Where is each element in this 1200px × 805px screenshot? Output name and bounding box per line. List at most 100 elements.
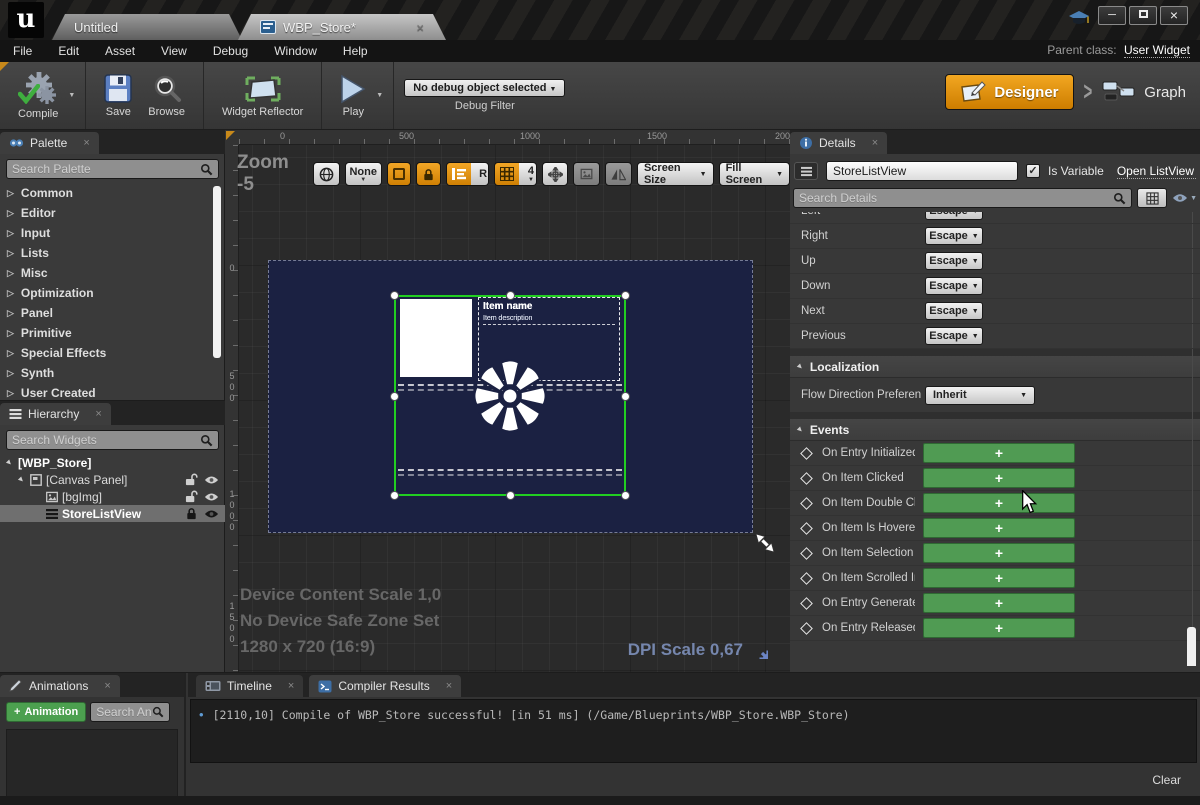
flow-direction-dropdown[interactable]: Inherit ▼ <box>925 386 1035 405</box>
expander-icon[interactable]: ▷ <box>7 268 14 279</box>
debug-object-dropdown[interactable]: No debug object selected ▼ <box>404 79 565 97</box>
lock-open-icon[interactable] <box>185 473 198 486</box>
flip-preview-button[interactable] <box>605 162 632 186</box>
property-matrix-button[interactable] <box>1137 188 1167 208</box>
details-search-input[interactable] <box>799 191 1113 205</box>
tab-wbp-store[interactable]: WBP_Store* × <box>238 14 446 40</box>
outline-mode-button[interactable] <box>447 163 471 185</box>
close-panel-icon[interactable]: × <box>104 680 110 692</box>
menu-item[interactable]: View <box>148 44 200 58</box>
is-variable-checkbox[interactable]: ✓ <box>1026 164 1040 178</box>
details-scrollbar[interactable] <box>1187 627 1196 666</box>
navigation-rule-dropdown[interactable]: Escape ▼ <box>925 212 983 220</box>
hierarchy-row[interactable]: ▼ [WBP_Store] <box>0 454 225 471</box>
menu-item[interactable]: Debug <box>200 44 261 58</box>
menu-item[interactable]: File <box>0 44 45 58</box>
hierarchy-search[interactable] <box>6 430 219 450</box>
close-panel-icon[interactable]: × <box>446 680 452 692</box>
expander-icon[interactable]: ▷ <box>7 288 14 299</box>
menu-item[interactable]: Help <box>330 44 381 58</box>
dpi-settings-gear-icon[interactable] <box>751 642 768 659</box>
display-filter-dropdown[interactable]: ▼ <box>1172 193 1197 203</box>
palette-category[interactable]: ▷ Editor <box>0 203 225 223</box>
expander-icon[interactable]: ▷ <box>7 328 14 339</box>
palette-category[interactable]: ▷ Input <box>0 223 225 243</box>
details-tab[interactable]: Details × <box>790 132 887 154</box>
compile-button[interactable]: Compile <box>10 72 66 120</box>
fill-screen-dropdown[interactable]: Fill Screen ▼ <box>719 162 790 186</box>
close-panel-icon[interactable]: × <box>872 137 878 149</box>
palette-search-input[interactable] <box>12 162 200 176</box>
transform-mode-button[interactable] <box>542 162 569 186</box>
add-animation-button[interactable]: + Animation <box>6 702 86 722</box>
palette-category[interactable]: ▷ Synth <box>0 363 225 383</box>
visibility-eye-icon[interactable] <box>204 492 219 502</box>
resize-handle[interactable] <box>390 392 399 401</box>
selected-widget-storelistview[interactable]: Item name Item description Item name Ite… <box>394 295 626 496</box>
dashed-outline-toggle[interactable] <box>387 162 411 186</box>
add-event-button[interactable]: + <box>923 443 1075 463</box>
expander-icon[interactable]: ▼ <box>2 456 15 469</box>
palette-category[interactable]: ▷ Primitive <box>0 323 225 343</box>
tutorial-cap-icon[interactable] <box>1068 10 1090 28</box>
close-tab-icon[interactable]: × <box>416 20 424 35</box>
add-event-button[interactable]: + <box>923 593 1075 613</box>
add-event-button[interactable]: + <box>923 493 1075 513</box>
resize-handle[interactable] <box>506 291 515 300</box>
hierarchy-row[interactable]: StoreListView <box>0 505 225 522</box>
designer-mode-button[interactable]: Designer <box>945 74 1073 110</box>
open-listview-link[interactable]: Open ListView <box>1117 164 1196 179</box>
navigation-rule-dropdown[interactable]: Escape ▼ <box>925 302 983 320</box>
animations-search[interactable] <box>90 702 170 722</box>
navigation-rule-dropdown[interactable]: Escape ▼ <box>925 327 983 345</box>
palette-category[interactable]: ▷ Common <box>0 183 225 203</box>
expander-icon[interactable]: ▷ <box>7 228 14 239</box>
expander-icon[interactable]: ▷ <box>7 368 14 379</box>
resize-handle[interactable] <box>506 491 515 500</box>
widget-reflector-button[interactable]: Widget Reflector <box>214 74 311 118</box>
resize-handle[interactable] <box>621 491 630 500</box>
compiler-results-tab[interactable]: Compiler Results × <box>309 675 461 697</box>
expander-icon[interactable]: ▷ <box>7 188 14 199</box>
events-section-header[interactable]: ▼ Events <box>790 419 1200 441</box>
palette-scrollbar[interactable] <box>213 186 221 358</box>
menu-item[interactable]: Asset <box>92 44 148 58</box>
tab-untitled[interactable]: Untitled <box>52 14 242 40</box>
expander-icon[interactable]: ▷ <box>7 248 14 259</box>
preview-background-button[interactable] <box>573 162 600 186</box>
add-event-button[interactable]: + <box>923 543 1075 563</box>
timeline-tab[interactable]: Timeline × <box>196 675 303 697</box>
palette-search[interactable] <box>6 159 219 179</box>
palette-category[interactable]: ▷ Panel <box>0 303 225 323</box>
close-button[interactable]: × <box>1160 6 1188 25</box>
expander-icon[interactable]: ▷ <box>7 308 14 319</box>
expander-icon[interactable]: ▷ <box>7 348 14 359</box>
add-event-button[interactable]: + <box>923 518 1075 538</box>
flow-direction-dropdown[interactable]: None ▼ <box>345 162 382 186</box>
palette-category[interactable]: ▷ Optimization <box>0 283 225 303</box>
minimize-button[interactable]: ─ <box>1098 6 1126 25</box>
menu-item[interactable]: Window <box>261 44 330 58</box>
menu-item[interactable]: Edit <box>45 44 92 58</box>
palette-category[interactable]: ▷ Lists <box>0 243 225 263</box>
lock-closed-icon[interactable] <box>185 507 198 520</box>
canvas-resize-handle[interactable] <box>752 530 778 556</box>
compile-options-caret-icon[interactable]: ▼ <box>68 92 75 99</box>
add-event-button[interactable]: + <box>923 568 1075 588</box>
screen-size-dropdown[interactable]: Screen Size ▼ <box>637 162 714 186</box>
add-event-button[interactable]: + <box>923 468 1075 488</box>
visibility-eye-icon[interactable] <box>204 475 219 485</box>
animations-search-input[interactable] <box>96 705 152 719</box>
add-event-button[interactable]: + <box>923 618 1075 638</box>
expander-icon[interactable]: ▷ <box>7 388 14 399</box>
animations-tab[interactable]: Animations × <box>0 675 120 697</box>
design-canvas[interactable]: Item name Item description Item name Ite… <box>268 260 753 533</box>
expander-icon[interactable]: ▷ <box>7 208 14 219</box>
palette-category[interactable]: ▷ Special Effects <box>0 343 225 363</box>
widget-name-field[interactable] <box>826 161 1018 181</box>
respect-locks-button[interactable]: R <box>471 163 489 185</box>
resize-handle[interactable] <box>390 291 399 300</box>
details-search[interactable] <box>793 188 1132 208</box>
localization-section-header[interactable]: ▼ Localization <box>790 356 1200 378</box>
play-options-caret-icon[interactable]: ▼ <box>376 92 383 99</box>
